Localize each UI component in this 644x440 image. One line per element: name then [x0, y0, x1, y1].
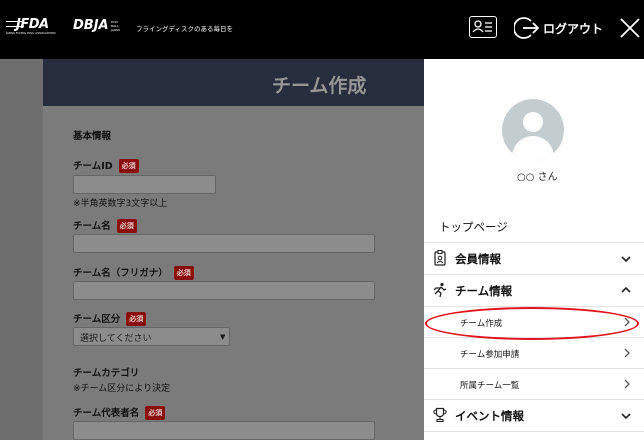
select-arrow-icon: ▼	[220, 333, 226, 341]
logout-icon	[514, 17, 540, 39]
page-title: チーム作成	[272, 75, 367, 97]
header-tagline: フライングディスクのある毎日を	[136, 25, 234, 33]
menu-item-member-info-label: 会員情報	[455, 252, 501, 266]
jfda-logo-subtext: JAPAN FLYING DISC ASSOCIATION	[6, 31, 56, 35]
team-name-kana-label: チーム名（フリガナ） 必須	[73, 265, 194, 280]
chevron-right-icon	[624, 348, 630, 358]
team-type-select-value: 選択してください	[80, 334, 152, 344]
highlight-annotation	[425, 307, 639, 340]
team-name-kana-label-text: チーム名（フリガナ）	[73, 268, 168, 279]
menu-item-event-info-label: イベント情報	[455, 409, 524, 423]
team-category-note: ※チーム区分により決定	[73, 384, 171, 394]
close-menu-button[interactable]	[619, 17, 641, 39]
page-title-bar	[43, 59, 424, 106]
avatar-head	[523, 112, 543, 132]
team-type-select[interactable]: 選択してください ▼	[73, 327, 230, 346]
chevron-down-icon	[621, 256, 631, 263]
submenu-item-my-teams[interactable]: 所属チーム一覧	[424, 369, 644, 400]
required-badge: 必須	[118, 159, 139, 173]
top-header: JFDA JAPAN FLYING DISC ASSOCIATION DBJA …	[0, 0, 644, 59]
member-card-icon	[472, 20, 492, 33]
dbja-logo[interactable]: DBJA DISC BALL JAPAN	[73, 18, 125, 38]
team-rep-label-text: チーム代表者名	[73, 408, 140, 419]
logout-button[interactable]: ログアウト	[514, 14, 603, 42]
team-id-note: ※半角英数字3文字以上	[73, 199, 168, 209]
user-avatar	[502, 99, 564, 161]
id-badge-icon	[434, 250, 446, 266]
menu-item-team-info[interactable]: チーム情報	[424, 275, 644, 307]
close-icon	[620, 18, 640, 38]
user-name: ○○ さん	[517, 172, 558, 183]
menu-item-top-page[interactable]: トップページ	[424, 211, 644, 243]
required-badge: 必須	[173, 266, 194, 280]
logout-label: ログアウト	[543, 22, 604, 36]
menu-item-member-info[interactable]: 会員情報	[424, 243, 644, 275]
team-rep-label: チーム代表者名 必須	[73, 405, 166, 420]
team-type-label: チーム区分 必須	[73, 311, 147, 326]
section-title: 基本情報	[73, 131, 112, 142]
team-id-label: チームID 必須	[73, 158, 139, 173]
team-type-label-text: チーム区分	[73, 314, 121, 325]
member-card-button[interactable]	[469, 16, 497, 38]
required-badge: 必須	[145, 406, 166, 420]
submenu-item-team-join-request[interactable]: チーム参加申請	[424, 338, 644, 369]
team-id-label-text: チームID	[73, 161, 113, 172]
dbja-logo-text: DBJA	[73, 18, 109, 33]
jfda-logo[interactable]: JFDA JAPAN FLYING DISC ASSOCIATION	[6, 17, 68, 37]
avatar-body	[512, 136, 554, 161]
submenu-item-my-teams-label: 所属チーム一覧	[460, 381, 520, 391]
trophy-icon	[433, 407, 447, 423]
background-overlay	[0, 59, 43, 440]
menu-item-team-info-label: チーム情報	[455, 284, 513, 298]
team-name-label: チーム名 必須	[73, 218, 137, 233]
team-name-kana-input[interactable]	[73, 281, 375, 300]
team-name-input[interactable]	[73, 234, 375, 253]
submenu-item-team-join-request-label: チーム参加申請	[460, 350, 520, 360]
required-badge: 必須	[116, 219, 137, 233]
required-badge: 必須	[126, 312, 147, 326]
team-name-label-text: チーム名	[73, 221, 111, 232]
menu-item-event-info[interactable]: イベント情報	[424, 400, 644, 432]
dbja-logo-subtext: DISC BALL JAPAN	[111, 20, 120, 32]
team-category-label: チームカテゴリ	[73, 368, 140, 379]
chevron-right-icon	[624, 379, 630, 389]
team-id-input[interactable]	[73, 175, 216, 194]
runner-icon	[433, 282, 447, 298]
chevron-up-icon	[621, 286, 631, 293]
chevron-down-icon	[621, 413, 631, 420]
team-rep-input[interactable]	[73, 421, 375, 440]
jfda-logo-text: JFDA	[16, 17, 49, 32]
menu-item-top-page-label: トップページ	[439, 220, 508, 234]
